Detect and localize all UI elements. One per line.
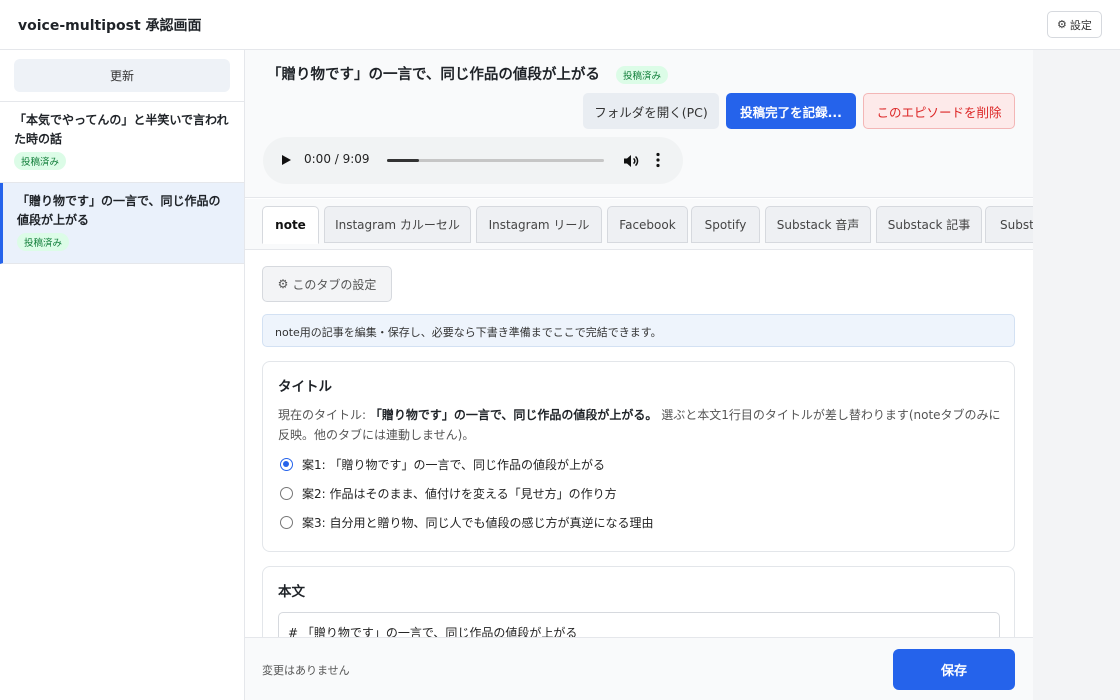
change-status: 変更はありません: [262, 664, 350, 677]
tab-spotify[interactable]: Spotify: [691, 206, 760, 243]
episode-header: 「贈り物です」の一言で、同じ作品の値段が上がる 投稿済み フォルダを開く(PC)…: [245, 50, 1033, 198]
settings-button[interactable]: ⚙ 設定: [1047, 11, 1102, 38]
delete-episode-button[interactable]: このエピソードを削除: [863, 93, 1015, 129]
tab-facebook[interactable]: Facebook: [607, 206, 688, 243]
tab-settings-button[interactable]: ⚙ このタブの設定: [262, 266, 392, 302]
footer-bar: 変更はありません 保存: [245, 637, 1033, 700]
tab-substack-overflow[interactable]: Substack: [985, 206, 1033, 243]
status-badge: 投稿済み: [17, 233, 70, 251]
platform-tabs: note Instagram カルーセル Instagram リール Faceb…: [245, 199, 1033, 250]
radio-button[interactable]: [280, 458, 293, 471]
episode-item-title: 「贈り物です」の一言で、同じ作品の値段が上がる: [17, 194, 221, 227]
audio-progress-bar[interactable]: [387, 159, 604, 162]
record-post-button[interactable]: 投稿完了を記録...: [726, 93, 856, 129]
current-title-prefix: 現在のタイトル:: [278, 408, 370, 422]
current-title-text: 現在のタイトル: 「贈り物です」の一言で、同じ作品の値段が上がる。 選ぶと本文1…: [278, 405, 1002, 445]
body-heading: 本文: [278, 584, 305, 600]
sidebar: 更新 「本気でやってんの」と半笑いで言われた時の話 投稿済み 「贈り物です」の一…: [0, 50, 245, 700]
episode-item-title: 「本気でやってんの」と半笑いで言われた時の話: [14, 113, 229, 146]
tab-substack-audio[interactable]: Substack 音声: [765, 206, 871, 243]
audio-player: 0:00 / 9:09: [263, 137, 683, 184]
title-option-1[interactable]: 案1: 「贈り物です」の一言で、同じ作品の値段が上がる: [280, 456, 605, 473]
title-heading: タイトル: [278, 379, 332, 395]
open-folder-button[interactable]: フォルダを開く(PC): [583, 93, 719, 129]
more-vertical-icon[interactable]: [655, 152, 661, 168]
play-icon[interactable]: [282, 155, 291, 165]
radio-button[interactable]: [280, 487, 293, 500]
episode-title: 「贈り物です」の一言で、同じ作品の値段が上がる: [267, 67, 600, 83]
tab-settings-label: このタブの設定: [292, 277, 377, 292]
info-banner: note用の記事を編集・保存し、必要なら下書き準備までここで完結できます。: [262, 314, 1015, 347]
audio-time: 0:00 / 9:09: [304, 152, 370, 166]
tab-content: ⚙ このタブの設定 note用の記事を編集・保存し、必要なら下書き準備までここで…: [245, 250, 1033, 686]
right-gutter: [1033, 50, 1120, 700]
main-panel: 「贈り物です」の一言で、同じ作品の値段が上がる 投稿済み フォルダを開く(PC)…: [245, 50, 1033, 700]
gear-icon: ⚙: [277, 277, 289, 291]
title-option-3[interactable]: 案3: 自分用と贈り物、同じ人でも値段の感じ方が真逆になる理由: [280, 514, 654, 531]
radio-button[interactable]: [280, 516, 293, 529]
tab-note[interactable]: note: [262, 206, 319, 244]
sidebar-episode-item-active[interactable]: 「贈り物です」の一言で、同じ作品の値段が上がる 投稿済み: [0, 183, 244, 264]
tab-instagram-carousel[interactable]: Instagram カルーセル: [324, 206, 471, 243]
title-card: タイトル 現在のタイトル: 「贈り物です」の一言で、同じ作品の値段が上がる。 選…: [262, 361, 1015, 552]
settings-label: 設定: [1069, 18, 1092, 32]
title-option-label: 案2: 作品はそのまま、値付けを変える「見せ方」の作り方: [302, 487, 617, 501]
status-badge: 投稿済み: [14, 152, 67, 170]
top-bar: voice-multipost 承認画面 ⚙ 設定: [0, 0, 1120, 50]
episode-status-badge: 投稿済み: [616, 66, 669, 84]
current-title-value: 「贈り物です」の一言で、同じ作品の値段が上がる。: [369, 408, 658, 422]
gear-icon: ⚙: [1057, 18, 1067, 31]
title-option-2[interactable]: 案2: 作品はそのまま、値付けを変える「見せ方」の作り方: [280, 485, 617, 502]
sidebar-episode-item[interactable]: 「本気でやってんの」と半笑いで言われた時の話 投稿済み: [0, 102, 244, 183]
refresh-button[interactable]: 更新: [14, 59, 230, 92]
save-button[interactable]: 保存: [893, 649, 1015, 690]
audio-progress-fill: [387, 159, 419, 162]
volume-icon[interactable]: [623, 154, 639, 168]
title-option-label: 案3: 自分用と贈り物、同じ人でも値段の感じ方が真逆になる理由: [302, 516, 654, 530]
tab-instagram-reel[interactable]: Instagram リール: [476, 206, 602, 243]
app-title: voice-multipost 承認画面: [18, 18, 202, 34]
title-option-label: 案1: 「贈り物です」の一言で、同じ作品の値段が上がる: [302, 458, 606, 472]
tab-substack-article[interactable]: Substack 記事: [876, 206, 982, 243]
